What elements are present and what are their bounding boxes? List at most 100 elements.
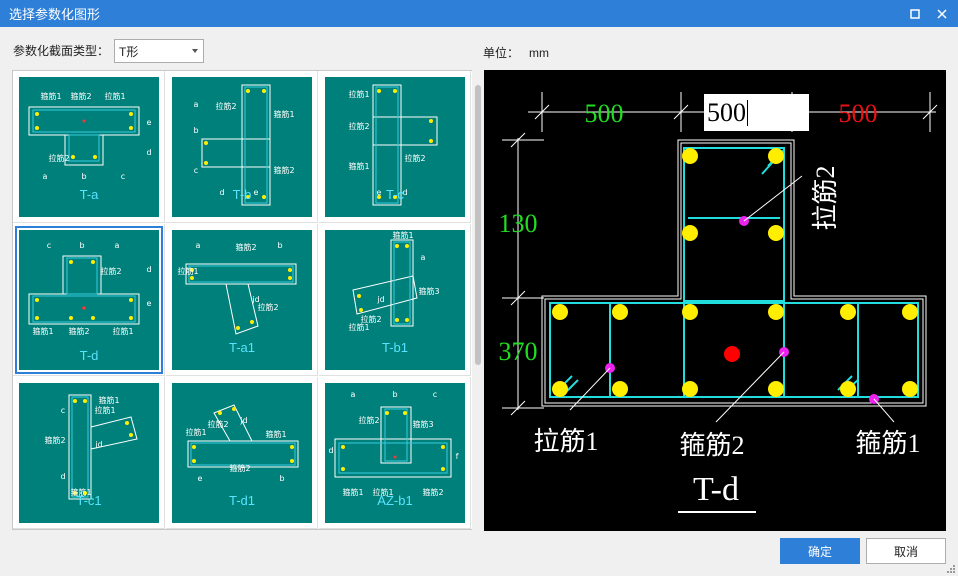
thumb-label: 箍筋3	[418, 286, 439, 296]
thumb-outline	[393, 241, 411, 325]
thumb-rebar	[204, 141, 208, 145]
thumb-label: b	[79, 241, 84, 250]
thumb-outline	[71, 396, 89, 498]
thumb-label: f	[456, 452, 459, 461]
gallery-item-t-b1[interactable]: 箍筋1 箍筋3 拉筋2 拉筋1 jd a T-b1	[319, 224, 471, 376]
thumb-label: d	[328, 446, 333, 455]
label-gujin1: 箍筋1	[855, 429, 920, 458]
thumb-label: 箍筋1	[273, 109, 294, 119]
dimension-input[interactable]: 500	[704, 94, 809, 131]
thumb-outline	[188, 265, 294, 283]
unit-value: mm	[529, 46, 550, 60]
thumb-rebar	[250, 320, 254, 324]
stirrup-web	[683, 147, 785, 302]
gallery-item-t-d[interactable]: c b a 拉筋2 箍筋1 箍筋2 拉筋1 d e T-d	[13, 224, 165, 376]
thumb-rebar	[82, 119, 86, 123]
thumb-label: a	[194, 100, 199, 109]
thumb-outline	[352, 275, 418, 315]
thumb-rebar	[341, 445, 345, 449]
gallery-scrollbar[interactable]	[472, 70, 483, 530]
thumb-outline	[62, 255, 102, 295]
rebar	[840, 381, 856, 397]
thumb-outline	[334, 438, 452, 478]
thumb-rebar	[192, 445, 196, 449]
thumb-label: a	[196, 241, 201, 250]
cancel-button[interactable]: 取消	[866, 538, 946, 564]
thumb-label: 拉筋2	[358, 415, 379, 425]
thumb-label: 箍筋1	[40, 91, 61, 101]
thumb-rebar	[192, 459, 196, 463]
thumbnail-caption: T-c1	[76, 493, 102, 508]
thumb-rebar	[204, 161, 208, 165]
center-marker	[724, 346, 740, 362]
gallery-item-t-a1[interactable]: 拉筋1 箍筋2 拉筋2 jd a b T-a1	[166, 224, 318, 376]
thumbnail-caption: T-d	[79, 348, 99, 363]
thumb-label: 拉筋2	[348, 121, 369, 131]
rebar	[552, 381, 568, 397]
rebar	[902, 304, 918, 320]
thumb-label: 拉筋1	[104, 91, 125, 101]
rebar	[682, 381, 698, 397]
thumb-label: 箍筋1	[98, 395, 119, 405]
thumb-rebar	[262, 89, 266, 93]
thumb-label: e	[147, 299, 152, 308]
ok-button[interactable]: 确定	[780, 538, 860, 564]
thumb-label: c	[47, 241, 51, 250]
thumbnail: 箍筋1 拉筋1 箍筋2 jd 箍筋1 c d T-c1	[19, 383, 159, 523]
rebar	[682, 304, 698, 320]
rebar	[768, 148, 784, 164]
rebar	[902, 381, 918, 397]
section-type-select[interactable]: T形	[114, 39, 204, 63]
thumb-label: c	[194, 166, 198, 175]
rebar	[612, 381, 628, 397]
dimension-bottom-label: 370	[499, 337, 538, 366]
thumbnail: 拉筋1 拉筋2 箍筋1 拉筋2 e d T-c	[325, 77, 465, 217]
thumb-rebar	[395, 318, 399, 322]
thumb-outline	[372, 116, 438, 146]
thumb-rebar	[218, 411, 222, 415]
thumb-label: a	[43, 172, 48, 181]
thumb-label: a	[421, 253, 426, 262]
thumb-label: 箍筋2	[44, 435, 65, 445]
thumb-outline	[244, 86, 268, 204]
close-icon[interactable]	[932, 4, 952, 24]
thumbnail-caption: T-a	[79, 187, 99, 202]
thumb-label: jd	[376, 295, 384, 304]
gallery-item-t-a[interactable]: 箍筋1 箍筋2 拉筋1 拉筋2 a b c e d T-a	[13, 71, 165, 223]
label-lajin1: 拉筋1	[533, 427, 598, 456]
thumb-rebar	[125, 421, 129, 425]
thumb-rebar	[35, 316, 39, 320]
thumb-rebar	[341, 467, 345, 471]
thumb-rebar	[393, 455, 397, 459]
thumb-rebar	[35, 298, 39, 302]
thumb-rebar	[129, 126, 133, 130]
gallery-item-az-b1[interactable]: 拉筋2 箍筋3 箍筋1 拉筋1 箍筋2 a b c d f AZ-b1	[319, 377, 471, 529]
thumb-rebar	[83, 399, 87, 403]
thumb-outline	[201, 138, 271, 168]
resize-grip-icon[interactable]	[946, 564, 956, 574]
text-caret	[747, 99, 748, 126]
thumb-rebar	[385, 411, 389, 415]
thumb-label: a	[351, 390, 356, 399]
rebar	[840, 304, 856, 320]
thumb-rebar	[129, 316, 133, 320]
label-gujin2: 箍筋2	[679, 431, 744, 460]
gallery-item-t-d1[interactable]: 拉筋2 拉筋1 jd 箍筋2 箍筋1 e b T-d1	[166, 377, 318, 529]
thumb-label: 拉筋2	[215, 101, 236, 111]
thumb-outline	[384, 408, 408, 462]
maximize-icon[interactable]	[905, 4, 925, 24]
thumb-label: d	[146, 148, 151, 157]
gallery-item-t-b[interactable]: 拉筋2 箍筋1 箍筋2 a b c d e T-b	[166, 71, 318, 223]
section-type-label: 参数化截面类型：	[13, 44, 110, 58]
thumb-label: 拉筋2	[404, 153, 425, 163]
gallery-item-t-c1[interactable]: 箍筋1 拉筋1 箍筋2 jd 箍筋1 c d T-c1	[13, 377, 165, 529]
thumbnail: 拉筋2 箍筋1 箍筋2 a b c d e T-b	[172, 77, 312, 217]
window-title: 选择参数化图形	[9, 7, 101, 22]
thumb-label: b	[193, 126, 198, 135]
scrollbar-thumb[interactable]	[475, 85, 481, 365]
gallery-item-t-c[interactable]: 拉筋1 拉筋2 箍筋1 拉筋2 e d T-c	[319, 71, 471, 223]
thumb-rebar	[288, 276, 292, 280]
thumb-rebar	[69, 260, 73, 264]
thumb-label: b	[277, 241, 282, 250]
rebar	[682, 225, 698, 241]
